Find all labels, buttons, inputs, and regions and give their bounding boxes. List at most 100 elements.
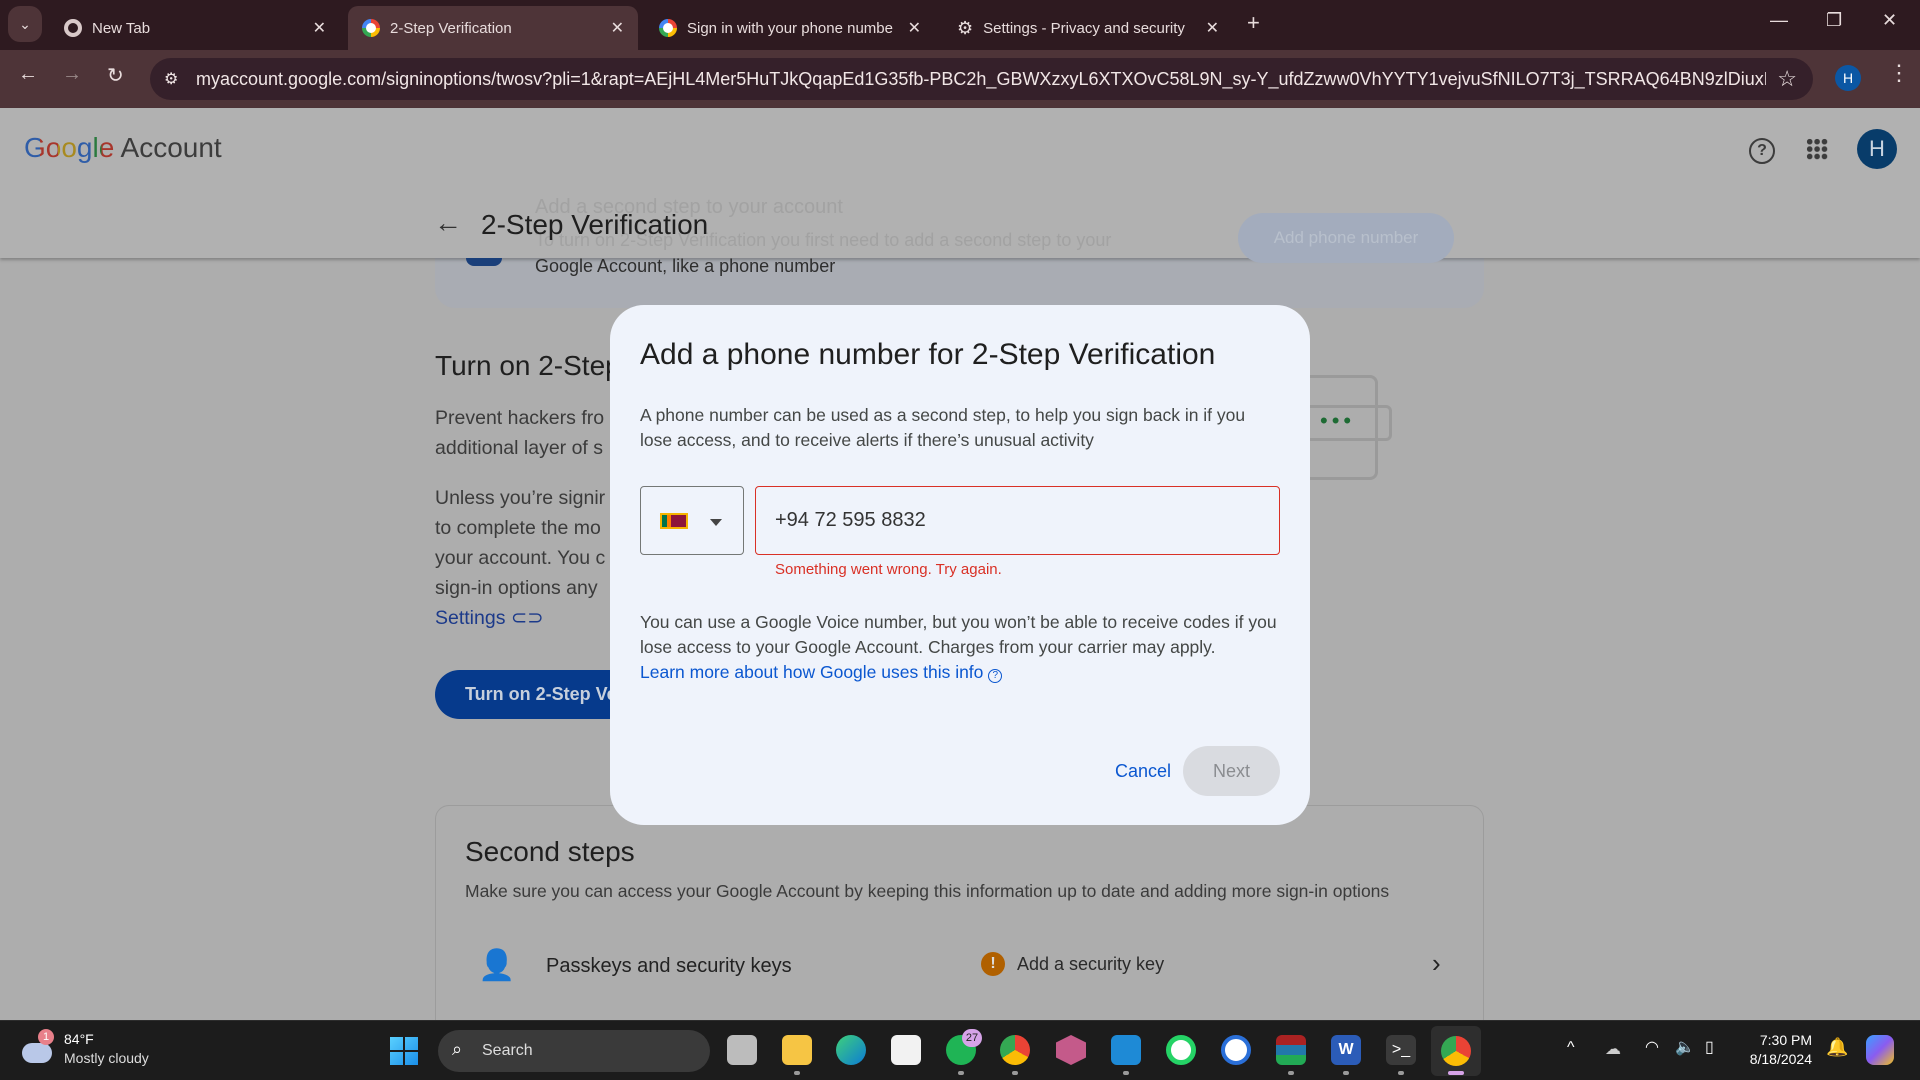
task-view-icon[interactable]: [727, 1035, 757, 1065]
google-icon: [659, 19, 677, 37]
second-steps-description: Make sure you can access your Google Acc…: [465, 881, 1390, 901]
search-label: Search: [482, 1042, 533, 1059]
banner-text-2: Google Account, like a phone number: [535, 256, 836, 276]
tab-title: 2-Step Verification: [390, 19, 512, 37]
tab-title: Settings - Privacy and security: [983, 19, 1185, 37]
app-a-icon[interactable]: [1221, 1035, 1251, 1065]
whatsapp-desktop-icon[interactable]: [1166, 1035, 1196, 1065]
google-icon: [362, 19, 380, 37]
passkeys-row[interactable]: 👤 Passkeys and security keys ! Add a sec…: [436, 930, 1483, 1005]
close-tab-icon[interactable]: ✕: [1206, 18, 1219, 38]
tab-2-step-verification[interactable]: 2-Step Verification ✕: [348, 6, 638, 50]
password-dots-icon: •••: [1310, 405, 1392, 441]
file-explorer-icon[interactable]: [782, 1035, 812, 1065]
terminal-icon[interactable]: >_: [1386, 1035, 1416, 1065]
dialog-description: A phone number can be used as a second s…: [640, 405, 1246, 450]
time: 7:30 PM: [1759, 1032, 1812, 1048]
chrome-profile-icon: [1441, 1036, 1471, 1066]
search-icon: ⌕: [452, 1039, 463, 1059]
wifi-icon[interactable]: ◠: [1645, 1037, 1659, 1057]
edge-icon[interactable]: [836, 1035, 866, 1065]
tab-sign-in-phone[interactable]: Sign in with your phone numbe ✕: [645, 6, 935, 50]
microsoft-store-icon[interactable]: [891, 1035, 921, 1065]
country-select[interactable]: [640, 486, 744, 555]
account-avatar[interactable]: H: [1857, 129, 1897, 169]
weather-temp: 84°F: [64, 1031, 94, 1047]
volume-icon[interactable]: 🔈: [1675, 1037, 1695, 1057]
back-button[interactable]: ←: [18, 63, 38, 86]
toolbar: ← → ↻ ⚙ myaccount.google.com/signinoptio…: [0, 50, 1920, 108]
dropdown-arrow-icon: [710, 519, 722, 532]
person-key-icon: 👤: [478, 949, 516, 982]
taskbar-search[interactable]: ⌕ Search: [438, 1030, 710, 1072]
clock[interactable]: 7:30 PM 8/18/2024: [1742, 1031, 1812, 1069]
sri-lanka-flag-icon: [660, 513, 688, 529]
word-icon[interactable]: W: [1331, 1035, 1361, 1065]
cloud-icon: [22, 1043, 52, 1063]
phone-number-input[interactable]: [755, 486, 1280, 555]
copilot-icon[interactable]: [1866, 1035, 1894, 1065]
next-button[interactable]: Next: [1183, 746, 1280, 796]
settings-link[interactable]: Settings ⊂⊃: [435, 603, 544, 633]
winrar-icon[interactable]: [1276, 1035, 1306, 1065]
para-2: Unless you’re signir to complete the mo yo…: [435, 487, 606, 599]
page-title: 2-Step Verification: [481, 209, 709, 240]
weather-desc: Mostly cloudy: [64, 1050, 149, 1066]
link-icon: ⊂⊃: [510, 607, 544, 629]
error-message: Something went wrong. Try again.: [775, 561, 1002, 578]
learn-more-link[interactable]: Learn more about how Google uses this in…: [640, 660, 1003, 685]
close-window-button[interactable]: ✕: [1882, 10, 1897, 31]
chrome-icon[interactable]: [1000, 1035, 1030, 1065]
new-tab-button[interactable]: +: [1247, 10, 1260, 36]
profile-button[interactable]: H: [1835, 65, 1861, 91]
voice-note: You can use a Google Voice number, but y…: [640, 612, 1277, 657]
vscode-icon[interactable]: [1111, 1035, 1141, 1065]
close-tab-icon[interactable]: ✕: [908, 18, 921, 38]
chevron-right-icon: ›: [1432, 948, 1441, 978]
onedrive-icon[interactable]: ☁: [1605, 1039, 1621, 1059]
weather-badge: 1: [38, 1029, 54, 1045]
weather-widget[interactable]: 1 84°F Mostly cloudy: [22, 1029, 172, 1073]
app-hexagon-icon[interactable]: [1056, 1035, 1086, 1065]
tab-title: New Tab: [92, 19, 151, 37]
tab-search-button[interactable]: ⌄: [8, 6, 42, 42]
address-bar[interactable]: ⚙ myaccount.google.com/signinoptions/two…: [150, 58, 1813, 100]
page-header: Google Account ? H Add a second step to …: [0, 108, 1920, 263]
shield-icon: [466, 258, 502, 266]
turn-on-2sv-button[interactable]: Turn on 2-Step Ve: [435, 670, 635, 719]
menu-icon[interactable]: ⋮: [1888, 60, 1910, 86]
tab-bar: ⌄ New Tab ✕ 2-Step Verification ✕ Sign i…: [0, 0, 1920, 50]
para-1: Prevent hackers fro additional layer of s: [435, 407, 605, 459]
start-button[interactable]: [390, 1037, 418, 1065]
battery-icon[interactable]: ▯: [1705, 1037, 1714, 1057]
close-tab-icon[interactable]: ✕: [313, 18, 326, 38]
bookmark-star-icon[interactable]: ☆: [1777, 66, 1797, 92]
dialog-title: Add a phone number for 2-Step Verificati…: [640, 338, 1216, 371]
help-circle-icon: ?: [988, 669, 1003, 683]
minimize-button[interactable]: —: [1770, 10, 1788, 31]
restore-button[interactable]: ❐: [1826, 10, 1842, 31]
security-key-status: Add a security key: [1017, 954, 1165, 974]
back-arrow-icon[interactable]: ←: [434, 207, 462, 239]
notification-bell-icon[interactable]: 🔔: [1826, 1037, 1848, 1058]
help-icon[interactable]: ?: [1749, 138, 1775, 164]
gear-icon: ⚙: [957, 17, 974, 38]
warning-icon: !: [981, 952, 1005, 976]
reload-button[interactable]: ↻: [107, 63, 124, 88]
site-info-icon[interactable]: ⚙: [164, 69, 178, 89]
taskbar: 1 84°F Mostly cloudy ⌕ Search 27 W >_ ^ …: [0, 1020, 1920, 1080]
passkeys-label: Passkeys and security keys: [546, 955, 792, 977]
url-text: myaccount.google.com/signinoptions/twosv…: [196, 68, 1766, 89]
show-hidden-icons[interactable]: ^: [1567, 1039, 1575, 1057]
chrome-icon: [64, 19, 82, 37]
tab-new-tab[interactable]: New Tab ✕: [50, 6, 340, 50]
section-title: Turn on 2-Step: [435, 350, 621, 381]
close-tab-icon[interactable]: ✕: [611, 18, 624, 38]
add-phone-number-button[interactable]: Add phone number: [1238, 213, 1454, 263]
apps-grid-icon[interactable]: [1806, 138, 1828, 160]
forward-button[interactable]: →: [62, 63, 82, 86]
add-phone-dialog: Add a phone number for 2-Step Verificati…: [610, 305, 1310, 825]
active-chrome-tile[interactable]: [1431, 1026, 1481, 1076]
tab-settings[interactable]: ⚙ Settings - Privacy and security ✕: [943, 6, 1233, 50]
cancel-button[interactable]: Cancel: [1100, 746, 1186, 796]
